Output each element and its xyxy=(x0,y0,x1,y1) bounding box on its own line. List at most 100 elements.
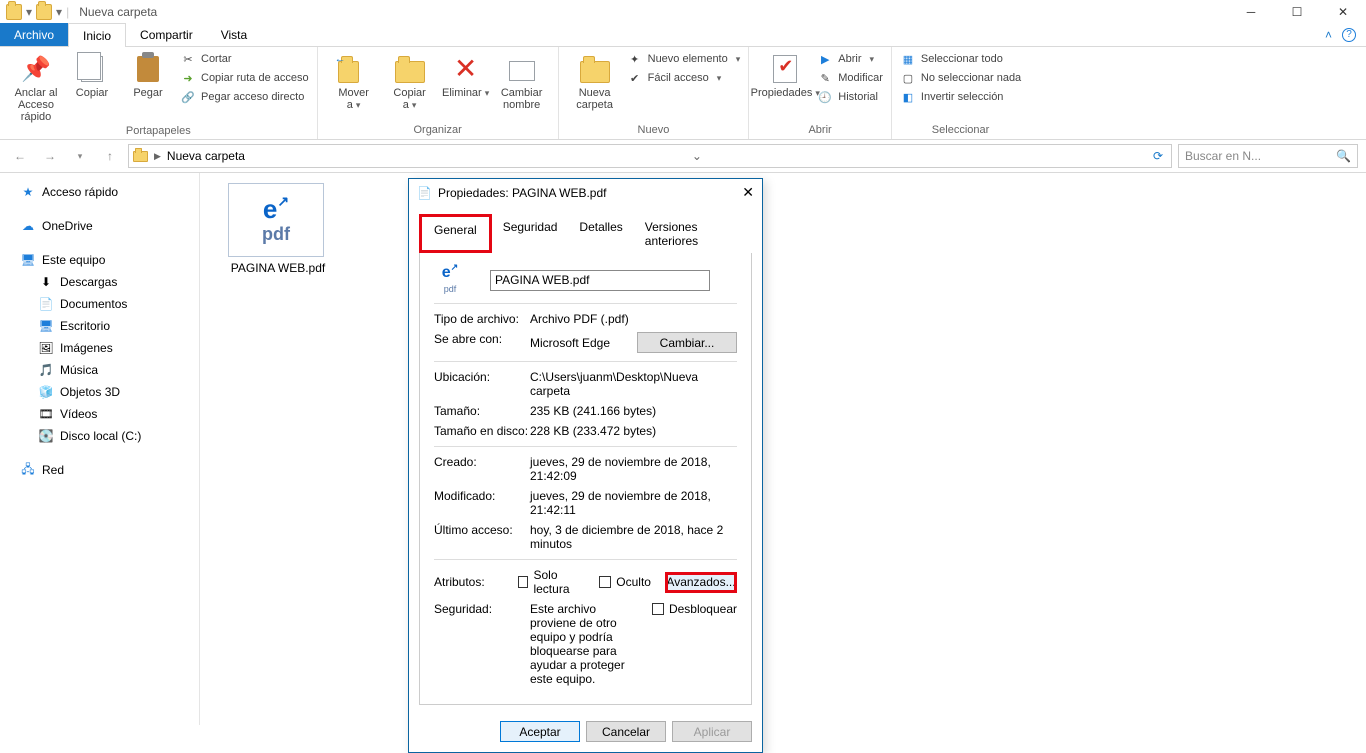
history-button[interactable]: 🕘Historial xyxy=(817,89,883,105)
nav-up-button[interactable]: ↑ xyxy=(98,144,122,168)
sidebar-item-desktop[interactable]: 🖥Escritorio xyxy=(0,315,199,337)
ribbon: 📌 Anclar al Acceso rápido Copiar Pegar ✂… xyxy=(0,47,1366,140)
sizeondisk-value: 228 KB (233.472 bytes) xyxy=(530,424,737,438)
nav-back-button[interactable]: ← xyxy=(8,144,32,168)
modified-value: jueves, 29 de noviembre de 2018, 21:42:1… xyxy=(530,489,737,517)
dialog-close-button[interactable]: ✕ xyxy=(742,184,754,201)
sidebar-item-music[interactable]: 🎵Música xyxy=(0,359,199,381)
sidebar-item-quick-access[interactable]: ★Acceso rápido xyxy=(0,181,199,203)
sidebar-item-onedrive[interactable]: ☁OneDrive xyxy=(0,215,199,237)
filename-input[interactable] xyxy=(490,270,710,291)
window-maximize[interactable]: ☐ xyxy=(1274,0,1320,23)
hidden-checkbox[interactable]: Oculto xyxy=(599,575,651,589)
select-none-button[interactable]: ▢No seleccionar nada xyxy=(900,70,1021,86)
accessed-label: Último acceso: xyxy=(434,523,530,551)
location-value: C:\Users\juanm\Desktop\Nueva carpeta xyxy=(530,370,737,398)
navigation-tree[interactable]: ★Acceso rápido ☁OneDrive 🖥Este equipo ⬇D… xyxy=(0,173,200,725)
file-item[interactable]: e↗ pdf PAGINA WEB.pdf xyxy=(228,183,328,275)
ok-button[interactable]: Aceptar xyxy=(500,721,580,742)
tab-file[interactable]: Archivo xyxy=(0,23,68,46)
cut-button[interactable]: ✂Cortar xyxy=(180,51,309,67)
nav-forward-button[interactable]: → xyxy=(38,144,62,168)
refresh-icon[interactable]: ⟳ xyxy=(1149,149,1167,163)
paste-shortcut-button[interactable]: 🔗Pegar acceso directo xyxy=(180,89,309,105)
folder-icon xyxy=(133,151,148,162)
change-app-button[interactable]: Cambiar... xyxy=(637,332,737,353)
window-minimize[interactable]: ─ xyxy=(1228,0,1274,23)
group-organize-label: Organizar xyxy=(318,122,558,139)
invert-selection-button[interactable]: ◧Invertir selección xyxy=(900,89,1021,105)
qat-overflow-icon-2[interactable]: ▾ xyxy=(56,5,62,19)
sidebar-item-pictures[interactable]: 🖼Imágenes xyxy=(0,337,199,359)
address-dropdown-icon[interactable]: ⌄ xyxy=(688,149,706,163)
group-select: ▦Seleccionar todo ▢No seleccionar nada ◧… xyxy=(892,47,1029,139)
qat-overflow-icon[interactable]: ▾ xyxy=(26,5,32,19)
readonly-checkbox[interactable]: Solo lectura xyxy=(518,568,585,596)
sidebar-item-localdisk[interactable]: 💽Disco local (C:) xyxy=(0,425,199,447)
window-titlebar: ▾ ▾ | Nueva carpeta ─ ☐ ✕ xyxy=(0,0,1366,23)
type-label: Tipo de archivo: xyxy=(434,312,530,326)
rename-button[interactable]: Cambiar nombre xyxy=(494,51,550,111)
dialog-tab-security[interactable]: Seguridad xyxy=(492,214,569,253)
group-new: Nueva carpeta ✦Nuevo elemento▾ ✔Fácil ac… xyxy=(559,47,750,139)
tab-view[interactable]: Vista xyxy=(207,23,261,46)
open-button[interactable]: ▶Abrir▾ xyxy=(817,51,883,67)
ribbon-tabstrip: Archivo Inicio Compartir Vista ˄ ? xyxy=(0,23,1366,47)
move-to-button[interactable]: ← Mover a▾ xyxy=(326,51,382,111)
dialog-tab-general[interactable]: General xyxy=(419,214,492,253)
type-value: Archivo PDF (.pdf) xyxy=(530,312,737,326)
pin-quickaccess-button[interactable]: 📌 Anclar al Acceso rápido xyxy=(8,51,64,123)
tab-home[interactable]: Inicio xyxy=(68,23,126,47)
nav-recent-dropdown[interactable]: ▾ xyxy=(68,144,92,168)
sidebar-item-network[interactable]: 🖧Red xyxy=(0,459,199,481)
copy-button[interactable]: Copiar xyxy=(64,51,120,99)
edit-button[interactable]: ✎Modificar xyxy=(817,70,883,86)
group-new-label: Nuevo xyxy=(559,122,749,139)
window-close[interactable]: ✕ xyxy=(1320,0,1366,23)
ribbon-collapse-icon[interactable]: ˄ xyxy=(1325,28,1332,42)
search-icon: 🔍 xyxy=(1336,149,1351,163)
address-bar[interactable]: ▶ Nueva carpeta ⌄ ⟳ xyxy=(128,144,1172,168)
sidebar-item-videos[interactable]: 🎞Vídeos xyxy=(0,403,199,425)
breadcrumb[interactable]: Nueva carpeta xyxy=(167,149,245,163)
group-open: Propiedades▾ ▶Abrir▾ ✎Modificar 🕘Histori… xyxy=(749,47,892,139)
created-label: Creado: xyxy=(434,455,530,483)
openswith-value: Microsoft Edge xyxy=(530,336,610,350)
help-icon[interactable]: ? xyxy=(1342,28,1356,42)
dialog-titlebar[interactable]: 📄 Propiedades: PAGINA WEB.pdf ✕ xyxy=(409,179,762,206)
dialog-tab-details[interactable]: Detalles xyxy=(568,214,633,253)
openswith-label: Se abre con: xyxy=(434,332,530,353)
pdf-label-icon: pdf xyxy=(262,224,290,245)
properties-button[interactable]: Propiedades▾ xyxy=(757,51,813,99)
file-name-label: PAGINA WEB.pdf xyxy=(228,261,328,275)
size-label: Tamaño: xyxy=(434,404,530,418)
easy-access-button[interactable]: ✔Fácil acceso▾ xyxy=(627,70,741,86)
dialog-tab-previous-versions[interactable]: Versiones anteriores xyxy=(634,214,752,253)
tab-share[interactable]: Compartir xyxy=(126,23,207,46)
unblock-checkbox[interactable]: Desbloquear xyxy=(652,602,737,616)
copy-path-button[interactable]: ➜Copiar ruta de acceso xyxy=(180,70,309,86)
size-value: 235 KB (241.166 bytes) xyxy=(530,404,737,418)
sidebar-item-thispc[interactable]: 🖥Este equipo xyxy=(0,249,199,271)
paste-button[interactable]: Pegar xyxy=(120,51,176,99)
delete-button[interactable]: ✕ Eliminar▾ xyxy=(438,51,494,99)
sidebar-item-3dobjects[interactable]: 🧊Objetos 3D xyxy=(0,381,199,403)
select-all-button[interactable]: ▦Seleccionar todo xyxy=(900,51,1021,67)
new-folder-button[interactable]: Nueva carpeta xyxy=(567,51,623,111)
advanced-button[interactable]: Avanzados... xyxy=(665,572,737,593)
accessed-value: hoy, 3 de diciembre de 2018, hace 2 minu… xyxy=(530,523,737,551)
copy-to-button[interactable]: Copiar a▾ xyxy=(382,51,438,111)
group-organize: ← Mover a▾ Copiar a▾ ✕ Eliminar▾ Cambiar… xyxy=(318,47,559,139)
sidebar-item-downloads[interactable]: ⬇Descargas xyxy=(0,271,199,293)
sidebar-item-documents[interactable]: 📄Documentos xyxy=(0,293,199,315)
apply-button[interactable]: Aplicar xyxy=(672,721,752,742)
new-item-button[interactable]: ✦Nuevo elemento▾ xyxy=(627,51,741,67)
file-type-icon: e↗ pdf xyxy=(434,265,466,295)
address-bar-row: ← → ▾ ↑ ▶ Nueva carpeta ⌄ ⟳ Buscar en N.… xyxy=(0,140,1366,173)
search-input[interactable]: Buscar en N... 🔍 xyxy=(1178,144,1358,168)
breadcrumb-separator-icon[interactable]: ▶ xyxy=(152,151,163,162)
modified-label: Modificado: xyxy=(434,489,530,517)
cancel-button[interactable]: Cancelar xyxy=(586,721,666,742)
group-clipboard-label: Portapapeles xyxy=(0,123,317,140)
file-list-view[interactable]: e↗ pdf PAGINA WEB.pdf xyxy=(200,173,1366,725)
